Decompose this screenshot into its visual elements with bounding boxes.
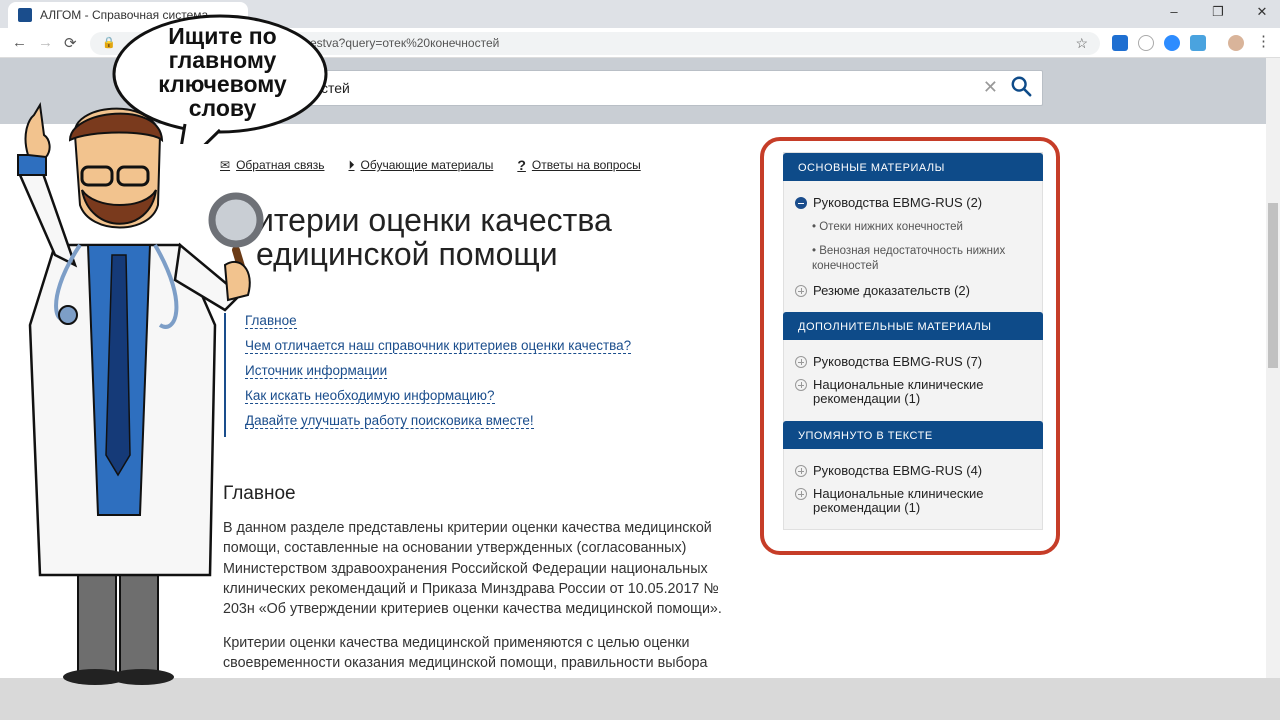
window-controls: – ❐ ✕ [1164, 4, 1272, 20]
faq-link[interactable]: ? Ответы на вопросы [517, 157, 640, 173]
maximize-button[interactable]: ❐ [1208, 4, 1228, 20]
forward-arrow-icon[interactable]: → [38, 34, 53, 51]
page-title-line-2: едицинской помощи [256, 236, 558, 272]
training-link[interactable]: ⏵ Обучающие материалы [348, 157, 493, 173]
help-links: ✉ Обратная связь ⏵ Обучающие материалы ?… [220, 157, 641, 173]
back-arrow-icon[interactable]: ← [12, 34, 27, 51]
menu-dots-icon[interactable]: ⋮ [1256, 32, 1271, 50]
page-title: итерии оценки качества едицинской помощи [256, 203, 612, 271]
toc-link-how-to-search[interactable]: Как искать необходимую информацию? [245, 388, 495, 404]
question-icon: ? [517, 157, 526, 173]
scrollbar-thumb[interactable] [1268, 203, 1278, 368]
training-label: Обучающие материалы [360, 158, 494, 172]
zoom-extension-icon[interactable] [1164, 35, 1180, 51]
scrollbar[interactable] [1266, 58, 1280, 678]
clear-search-icon[interactable]: ✕ [983, 77, 998, 98]
site-favicon-icon [18, 8, 32, 22]
toc-link-improve[interactable]: Давайте улучшать работу поисковика вмест… [245, 413, 534, 429]
reload-icon[interactable]: ⟳ [64, 34, 77, 52]
page-title-line-1: итерии оценки качества [256, 202, 612, 238]
url-text: estva?query=отек%20конечностей [310, 36, 500, 50]
paragraph-1: В данном разделе представлены критерии о… [223, 520, 722, 618]
m-extension-icon[interactable] [1138, 35, 1154, 51]
minimize-button[interactable]: – [1164, 4, 1184, 20]
doctor-cartoon-illustration [17, 102, 264, 685]
bookmark-star-icon[interactable]: ☆ [1075, 35, 1088, 52]
profile-avatar[interactable] [1228, 35, 1244, 51]
paragraph-2: Критерии оценки качества медицинской при… [223, 635, 708, 672]
toc-link-difference[interactable]: Чем отличается наш справочник критериев … [245, 338, 632, 354]
play-icon: ⏵ [348, 157, 355, 172]
search-icon[interactable] [1010, 75, 1032, 97]
faq-label: Ответы на вопросы [531, 158, 641, 172]
speech-bubble-text: Ищите по главному ключевому слову [158, 23, 287, 121]
highlight-frame [760, 137, 1060, 555]
extension-icon[interactable] [1190, 35, 1206, 51]
trello-extension-icon[interactable] [1112, 35, 1128, 51]
table-of-contents: Главное Чем отличается наш справочник кр… [224, 313, 632, 437]
close-window-button[interactable]: ✕ [1252, 4, 1272, 20]
